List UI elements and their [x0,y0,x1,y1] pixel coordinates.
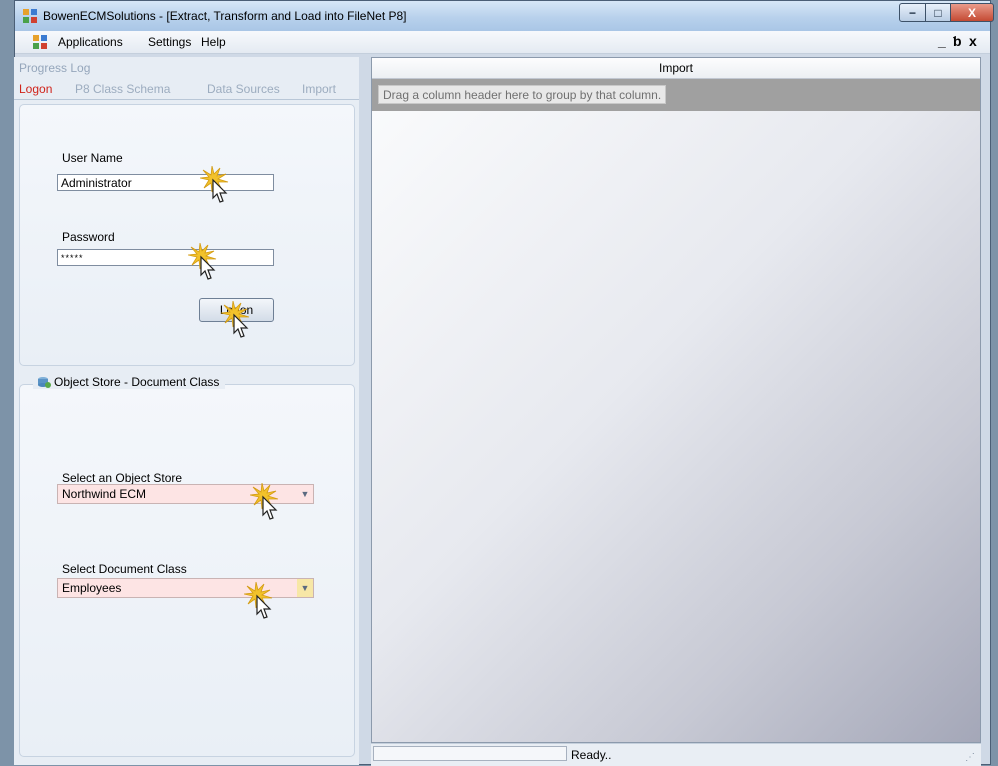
menu-help[interactable]: Help [201,35,226,49]
status-bar: Ready.. ⋰ [371,743,981,766]
object-store-value: Northwind ECM [62,487,147,501]
tab-logon[interactable]: Logon [19,82,52,96]
window-title: BowenECMSolutions - [Extract, Transform … [43,9,407,23]
database-icon [38,377,51,388]
app-icon [23,9,37,23]
tab-import[interactable]: Import [302,82,336,96]
select-document-class-label: Select Document Class [62,562,187,576]
tab-p8-class-schema[interactable]: P8 Class Schema [75,82,170,96]
window-minimize-button[interactable]: − [899,3,926,22]
menu-bar: Applications Settings Help _ ƅ x [15,31,990,54]
tab-divider [14,99,359,100]
mdi-close-button[interactable]: x [969,33,977,49]
progress-log-label[interactable]: Progress Log [19,61,90,75]
group-by-bar[interactable]: Drag a column header here to group by th… [372,79,980,111]
close-icon: X [967,5,976,20]
tab-data-sources[interactable]: Data Sources [207,82,280,96]
mdi-child-icon[interactable] [33,35,47,49]
import-grid-panel: Import Drag a column header here to grou… [371,57,981,743]
import-header: Import [372,58,980,79]
group-by-hint: Drag a column header here to group by th… [378,85,667,104]
password-label: Password [62,230,115,244]
chevron-down-icon[interactable]: ▼ [297,485,313,503]
resize-grip-icon[interactable]: ⋰ [965,752,975,763]
menu-applications[interactable]: Applications [58,35,123,49]
status-text: Ready.. [571,748,612,762]
object-store-group-title: Object Store - Document Class [33,375,226,389]
document-class-dropdown[interactable]: Employees ▼ [57,578,314,598]
window-maximize-button[interactable]: □ [925,3,951,22]
mdi-minimize-button[interactable]: _ [938,33,946,49]
maximize-icon: □ [934,5,942,20]
password-input[interactable]: ***** [57,249,274,266]
minimize-icon: − [908,5,916,20]
mdi-restore-button[interactable]: ƅ [953,33,962,49]
user-name-input[interactable]: Administrator [57,174,274,191]
user-name-label: User Name [62,151,123,165]
select-object-store-label: Select an Object Store [62,471,183,485]
logon-button[interactable]: Logon [199,298,274,322]
chevron-down-icon[interactable]: ▼ [297,579,313,597]
title-bar: BowenECMSolutions - [Extract, Transform … [15,1,994,32]
window-close-button[interactable]: X [950,3,994,22]
object-store-group-label: Object Store - Document Class [54,375,220,389]
progress-bar [373,746,567,761]
object-store-group: Select an Object Store Northwind ECM ▼ S… [19,384,355,757]
document-class-value: Employees [62,581,122,595]
logon-panel: User Name Administrator Password ***** L… [19,104,355,366]
object-store-dropdown[interactable]: Northwind ECM ▼ [57,484,314,504]
menu-settings[interactable]: Settings [148,35,191,49]
